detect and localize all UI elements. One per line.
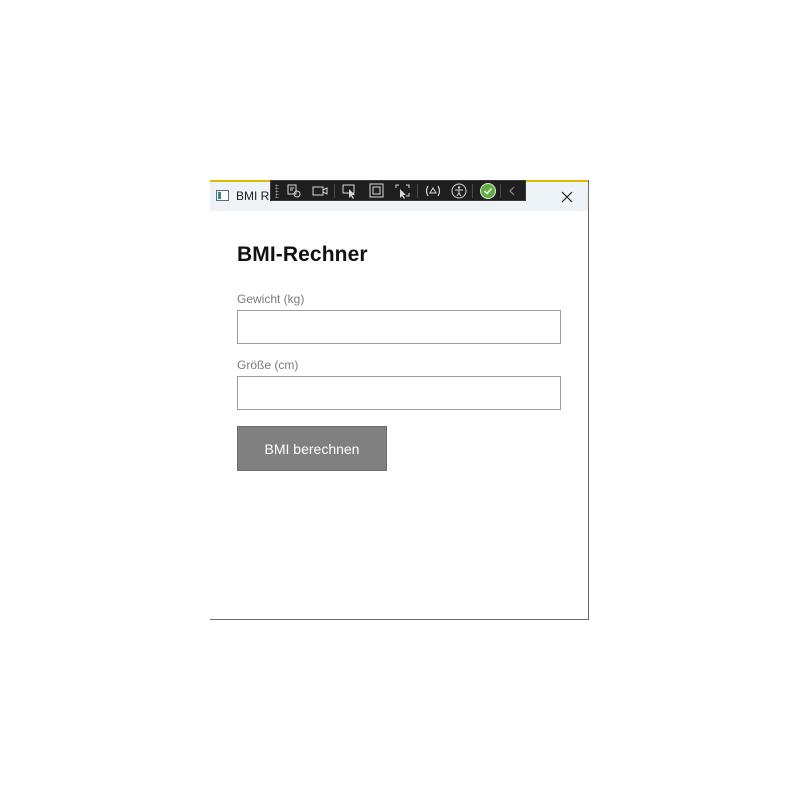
close-button[interactable]: [554, 184, 580, 210]
status-ok-icon: [480, 183, 496, 199]
toolbar-separator: [472, 184, 473, 198]
height-label: Größe (cm): [237, 358, 299, 372]
collapse-chevron-icon: [509, 186, 515, 196]
weight-label: Gewicht (kg): [237, 292, 305, 306]
status-ok-button[interactable]: [479, 183, 497, 199]
record-video-icon: [312, 186, 328, 196]
select-element-button[interactable]: [341, 183, 359, 199]
in-app-debug-toolbar: [270, 180, 526, 201]
select-element-icon: [342, 184, 355, 199]
live-visual-tree-icon: [287, 184, 301, 198]
track-focus-button[interactable]: [394, 183, 412, 199]
toolbar-grip-handle[interactable]: [275, 184, 279, 198]
close-icon: [561, 191, 573, 203]
height-input[interactable]: [237, 376, 561, 410]
bmi-form: BMI-Rechner Gewicht (kg) Größe (cm) BMI …: [237, 243, 561, 471]
app-icon: [216, 190, 229, 201]
weight-input[interactable]: [237, 310, 561, 344]
binding-failures-button[interactable]: [424, 183, 442, 199]
toolbar-separator: [417, 184, 418, 198]
display-layout-adorners-icon: [369, 183, 384, 198]
calculate-bmi-button[interactable]: BMI berechnen: [237, 426, 387, 471]
display-layout-adorners-button[interactable]: [368, 183, 386, 199]
toolbar-separator: [334, 184, 335, 198]
live-visual-tree-button[interactable]: [285, 183, 303, 199]
binding-failures-icon: [425, 185, 441, 197]
accessibility-checker-icon: [451, 183, 467, 199]
record-video-button[interactable]: [311, 183, 329, 199]
accessibility-checker-button[interactable]: [450, 183, 468, 199]
toolbar-separator: [500, 184, 501, 198]
collapse-toolbar-button[interactable]: [505, 183, 519, 199]
track-focus-icon: [395, 184, 410, 199]
page-title: BMI-Rechner: [237, 243, 368, 266]
app-window: BMI Re BMI-Rechner Gewicht (kg) Größe (c…: [210, 180, 589, 620]
